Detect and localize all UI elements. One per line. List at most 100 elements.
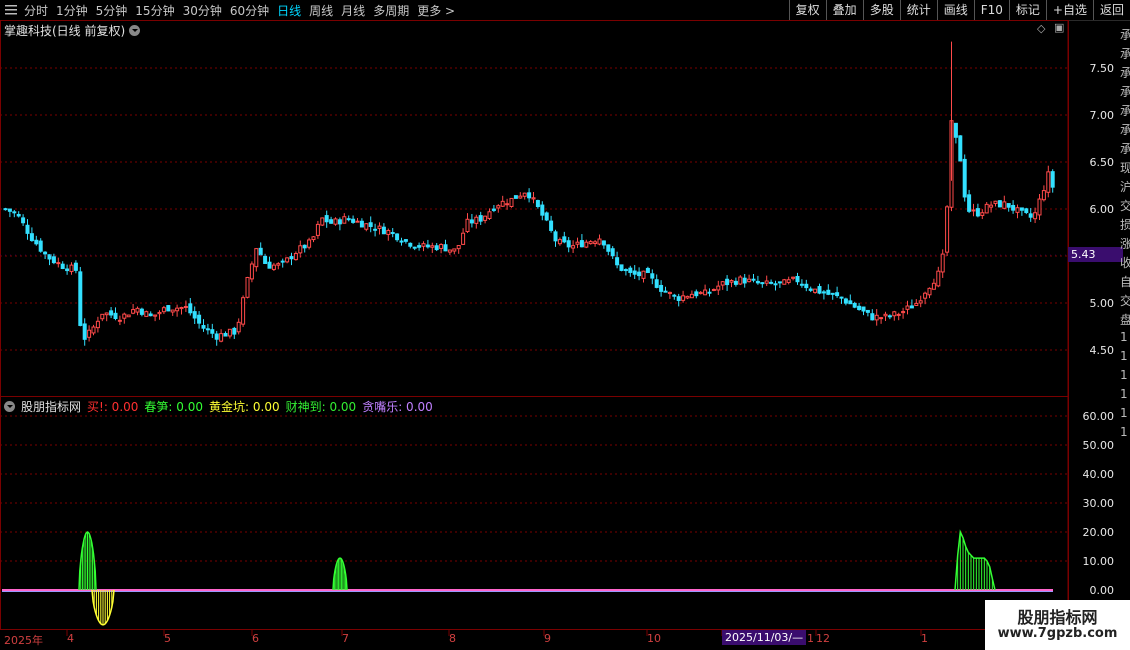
- candle-body: [377, 225, 382, 229]
- candle-body: [87, 329, 92, 338]
- candle-body: [170, 309, 175, 313]
- candle-body: [1019, 207, 1024, 211]
- draw-line-button[interactable]: 画线: [936, 0, 974, 20]
- candle-body: [769, 281, 774, 284]
- side-panel-strip[interactable]: 承承承承承承承现沪交损涨收自交盘111111: [1120, 22, 1130, 650]
- candle-body: [1024, 208, 1029, 214]
- chart-title: 掌趣科技(日线 前复权): [4, 22, 141, 39]
- candle-body: [883, 313, 888, 317]
- candle-body: [324, 215, 329, 223]
- candle-body: [241, 297, 246, 325]
- tab-daily[interactable]: 日线: [277, 2, 301, 19]
- add-watchlist-button[interactable]: +自选: [1045, 0, 1093, 20]
- candle-body: [870, 313, 875, 321]
- watermark-title: 股朋指标网: [1017, 608, 1098, 627]
- candle-body: [443, 244, 448, 252]
- candle-body: [861, 306, 866, 312]
- tab-monthly[interactable]: 月线: [341, 2, 365, 19]
- candle-body: [254, 248, 259, 268]
- candle-body: [258, 247, 263, 256]
- candle-body: [223, 332, 228, 337]
- tab-60min[interactable]: 60分钟: [230, 2, 269, 19]
- candle-body: [645, 267, 650, 274]
- candle-body: [685, 295, 690, 299]
- candle-body: [923, 292, 928, 299]
- mark-button[interactable]: 标记: [1008, 0, 1046, 20]
- diamond-icon[interactable]: ◇: [1037, 22, 1045, 35]
- tab-1min[interactable]: 1分钟: [56, 2, 88, 19]
- tab-weekly[interactable]: 周线: [309, 2, 333, 19]
- candle-body: [496, 205, 501, 209]
- candle-body: [918, 300, 923, 304]
- watermark-url: www.7gpzb.com: [997, 626, 1118, 641]
- side-panel-char: 承: [1120, 123, 1130, 137]
- candle-body: [148, 313, 153, 317]
- tab-15min[interactable]: 15分钟: [135, 2, 174, 19]
- tab-30min[interactable]: 30分钟: [183, 2, 222, 19]
- candle-body: [835, 292, 840, 297]
- candle-body: [901, 311, 906, 314]
- candle-body: [249, 263, 254, 280]
- candle-body: [183, 305, 188, 308]
- candle-body: [791, 276, 796, 279]
- watermark: 股朋指标网 www.7gpzb.com: [985, 600, 1130, 650]
- tab-5min[interactable]: 5分钟: [96, 2, 128, 19]
- candle-body: [25, 224, 30, 234]
- candle-body: [553, 231, 558, 242]
- candle-body: [478, 215, 483, 222]
- chevron-down-icon[interactable]: [129, 25, 141, 36]
- candle-body: [232, 327, 237, 335]
- candle-body: [192, 311, 197, 319]
- date-axis: 2025年 4 5 6 7 8 9 10 11 12 1: [0, 630, 1070, 648]
- side-panel-char: 1: [1120, 330, 1128, 344]
- back-button[interactable]: 返回: [1092, 0, 1130, 20]
- candle-body: [857, 305, 862, 311]
- menu-icon[interactable]: [3, 2, 19, 18]
- candle-body: [610, 248, 615, 257]
- side-panel-char: 1: [1120, 406, 1128, 420]
- statistics-button[interactable]: 统计: [899, 0, 937, 20]
- date-tick: 1: [921, 632, 928, 645]
- chevron-down-icon[interactable]: [4, 401, 15, 412]
- candle-body: [267, 261, 272, 269]
- candle-body: [584, 241, 589, 248]
- candle-body: [104, 312, 109, 316]
- candle-body: [43, 251, 48, 255]
- candle-body: [527, 192, 532, 199]
- candle-body: [56, 262, 61, 265]
- candle-body: [808, 288, 813, 291]
- tab-multi-period[interactable]: 多周期: [373, 2, 409, 19]
- candle-body: [799, 283, 804, 286]
- candle-body: [12, 211, 17, 214]
- candle-body: [782, 279, 787, 285]
- candle-body: [452, 248, 457, 252]
- tab-more[interactable]: 更多 >: [417, 2, 455, 19]
- f10-button[interactable]: F10: [973, 0, 1009, 20]
- date-tick: 5: [164, 632, 171, 645]
- candle-body: [276, 263, 281, 266]
- rights-adjust-button[interactable]: 复权: [788, 0, 826, 20]
- candle-body: [949, 120, 954, 208]
- candle-body: [315, 223, 320, 236]
- candle-body: [126, 314, 131, 318]
- indicator-tick: 20.00: [1082, 526, 1115, 539]
- overlay-button[interactable]: 叠加: [825, 0, 863, 20]
- candle-body: [219, 333, 224, 342]
- candle-body: [667, 291, 672, 295]
- date-tick: 8: [449, 632, 456, 645]
- candle-body: [1033, 212, 1038, 220]
- candle-body: [518, 195, 523, 199]
- candle-body: [95, 320, 100, 329]
- kline-chart[interactable]: [0, 0, 1130, 650]
- chunsun-hump: [78, 531, 97, 591]
- candle-body: [839, 296, 844, 299]
- candle-body: [945, 206, 950, 253]
- multi-stock-button[interactable]: 多股: [862, 0, 900, 20]
- candle-body: [931, 282, 936, 290]
- candle-body: [38, 240, 43, 252]
- tab-fenshi[interactable]: 分时: [24, 2, 48, 19]
- candle-body: [117, 319, 122, 322]
- window-toggle-icon[interactable]: ▣: [1054, 21, 1064, 34]
- candle-body: [298, 245, 303, 254]
- side-panel-char: 收: [1120, 256, 1130, 270]
